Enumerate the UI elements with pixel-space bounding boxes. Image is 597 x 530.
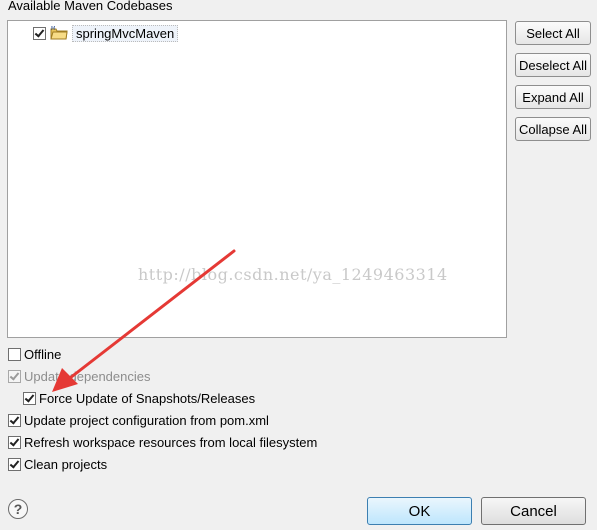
update-dependencies-option: Update dependencies [8,367,151,385]
offline-checkbox[interactable] [8,347,21,361]
clean-projects-checkbox[interactable] [8,457,21,471]
select-all-button[interactable]: Select All [515,21,591,45]
help-question-icon[interactable]: ? [8,499,28,519]
update-config-label: Update project configuration from pom.xm… [24,412,269,428]
offline-label: Offline [24,346,62,362]
refresh-workspace-option[interactable]: Refresh workspace resources from local f… [8,433,317,451]
update-dependencies-checkbox [8,369,21,383]
collapse-all-button[interactable]: Collapse All [515,117,591,141]
update-config-checkbox[interactable] [8,413,21,427]
clean-projects-option[interactable]: Clean projects [8,455,107,473]
update-dependencies-label: Update dependencies [24,368,151,384]
update-config-option[interactable]: Update project configuration from pom.xm… [8,411,269,429]
cancel-button[interactable]: Cancel [481,497,586,525]
deselect-all-button[interactable]: Deselect All [515,53,591,77]
expand-all-button[interactable]: Expand All [515,85,591,109]
refresh-workspace-checkbox[interactable] [8,435,21,449]
svg-text:M: M [51,26,55,32]
ok-button[interactable]: OK [367,497,472,525]
codebases-title: Available Maven Codebases [8,0,173,13]
tree-item-springmvcmaven[interactable]: M springMvcMaven [33,24,179,42]
force-update-label: Force Update of Snapshots/Releases [39,390,256,406]
force-update-checkbox[interactable] [23,391,36,405]
maven-project-folder-icon: M [50,26,68,40]
offline-option[interactable]: Offline [8,345,61,363]
watermark-text: http://blog.csdn.net/ya_1249463314 [138,265,448,284]
force-update-option[interactable]: Force Update of Snapshots/Releases [23,389,255,407]
tree-item-checkbox[interactable] [33,26,46,40]
tree-item-label: springMvcMaven [72,24,179,42]
codebases-tree[interactable]: M springMvcMaven [7,20,507,338]
clean-projects-label: Clean projects [24,456,108,472]
refresh-workspace-label: Refresh workspace resources from local f… [24,434,318,450]
